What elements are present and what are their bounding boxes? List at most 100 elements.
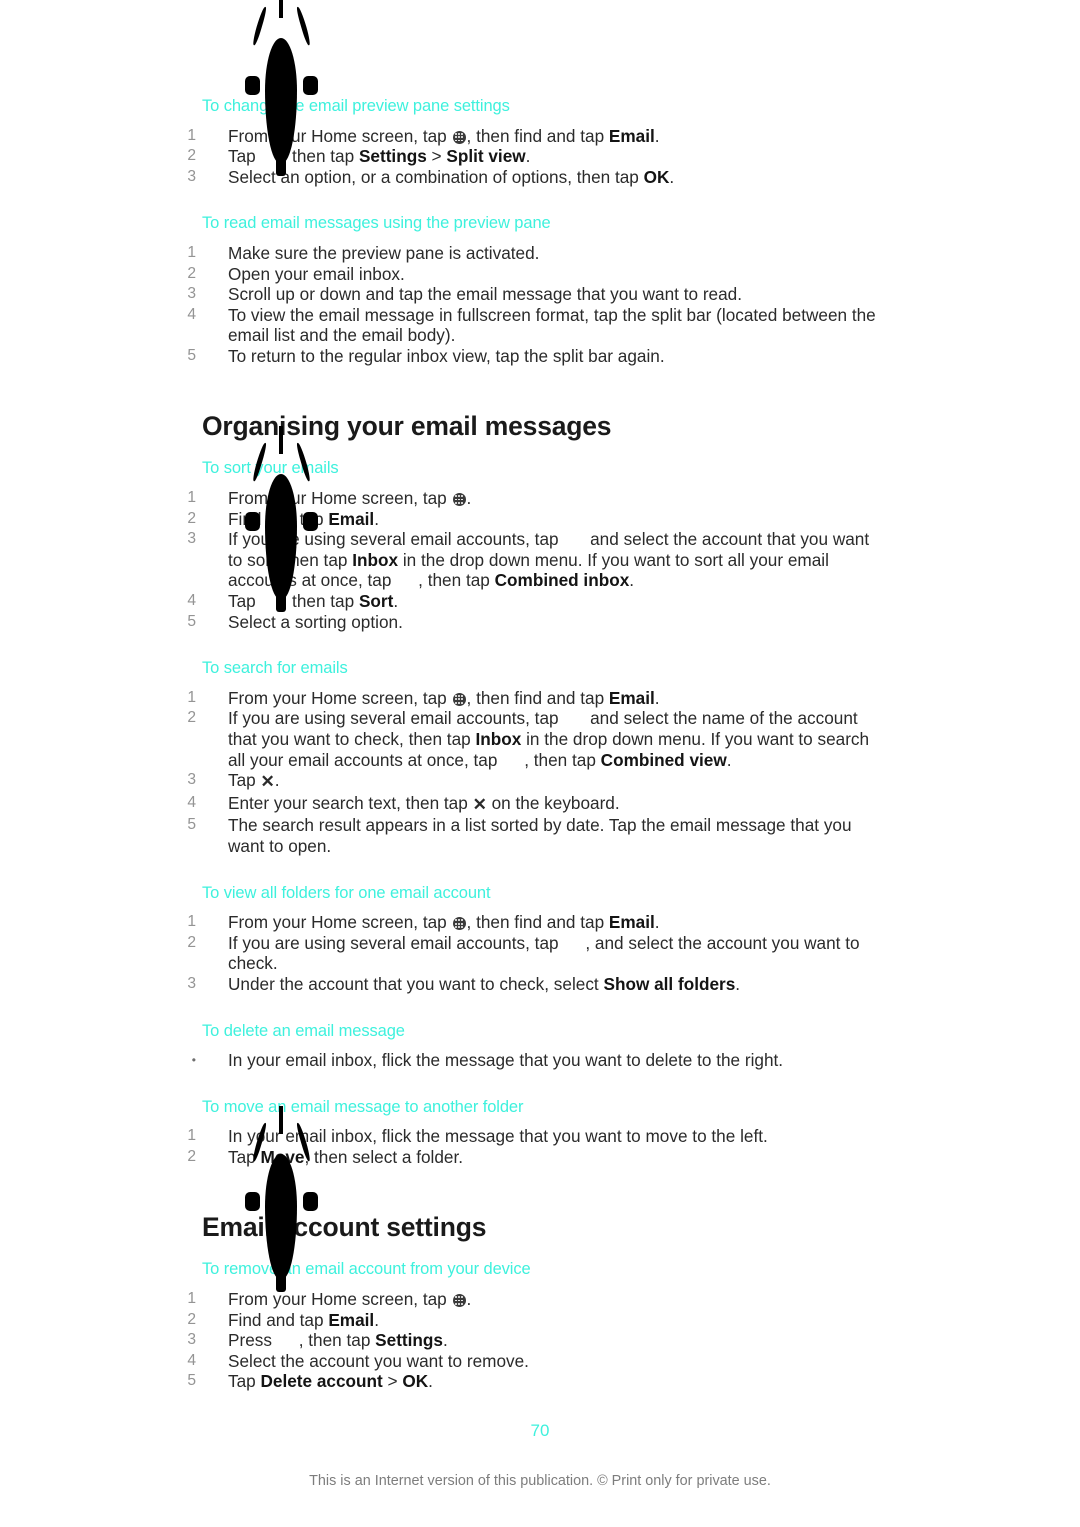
step-text: The search result appears in a list sort… — [228, 815, 852, 856]
numbered-step: 5 To return to the regular inbox view, ta… — [187, 346, 876, 367]
numbered-step: 1 From your Home screen, tap . — [187, 488, 876, 509]
step-number: 4 — [187, 1351, 196, 1369]
numbered-step: 1 From your Home screen, tap , then find … — [187, 125, 876, 147]
task-heading: To sort your emails — [202, 459, 339, 478]
numbered-step: 3 Press , then tap Settings. — [187, 1330, 876, 1351]
step-number: 5 — [187, 347, 196, 364]
numbered-step: 1 Make sure the preview pane is activated… — [187, 243, 876, 264]
ui-label: Combined inbox — [494, 570, 630, 591]
task-heading: To delete an email message — [202, 1021, 405, 1040]
task-heading: To search for emails — [202, 659, 348, 678]
task-section-sort-your-emails: To sort your emails 1 From your Home scree… — [176, 458, 876, 632]
step-text: Tap Delete account > OK. — [228, 1371, 433, 1392]
task-section-view-all-folders: To view all folders for one email accoun… — [176, 883, 876, 995]
account-icon — [563, 529, 585, 550]
step-list: 1 In your email inbox, flick the message … — [187, 1126, 876, 1168]
menu-icon — [261, 146, 283, 167]
step-list: 1 From your Home screen, tap , then find … — [187, 687, 876, 857]
numbered-step: 2 Find and tap Email. — [187, 1310, 876, 1331]
ui-label: Show all folders — [603, 973, 736, 994]
step-text: To return to the regular inbox view, tap… — [228, 346, 665, 366]
step-number: 1 — [187, 126, 196, 144]
artifact-leg-right — [303, 76, 318, 95]
numbered-step: 4 Tap , then tap Sort. — [187, 590, 876, 612]
step-list: 1 From your Home screen, tap , then find … — [187, 912, 876, 995]
ui-label: Settings — [358, 146, 427, 167]
app-drawer-icon — [452, 917, 466, 931]
step-text: Make sure the preview pane is activated. — [228, 243, 540, 264]
step-text: From your Home screen, tap , then find a… — [228, 125, 660, 146]
numbered-step: 3 Tap ✕. — [187, 770, 876, 793]
numbered-step: 2 If you are using several email accounts… — [187, 932, 876, 974]
numbered-step: 1 From your Home screen, tap . — [187, 1289, 876, 1310]
numbered-step: 4 To view the email message in fullscreen… — [187, 304, 876, 346]
ui-label: OK — [402, 1371, 429, 1392]
account-icon — [396, 570, 418, 591]
step-number: 3 — [187, 285, 196, 303]
step-text: In your email inbox, flick the message t… — [228, 1126, 768, 1147]
task-section-preview-pane-settings: To change the email preview pane setting… — [176, 96, 876, 187]
ui-label: Move — [260, 1146, 305, 1167]
numbered-step: 1 From your Home screen, tap , then find … — [187, 687, 876, 709]
search-icon: ✕ — [260, 772, 275, 792]
artifact-antenna-right — [295, 6, 312, 46]
step-number: 1 — [187, 1290, 196, 1307]
numbered-step: 5 Tap Delete account > OK. — [187, 1371, 876, 1392]
chapter-title-block: Organising your email messages — [176, 411, 876, 443]
numbered-step: 2 If you are using several email accounts… — [187, 708, 876, 771]
step-text: Select an option, or a combination of op… — [228, 166, 675, 187]
menu-icon — [277, 1330, 299, 1351]
step-number: 1 — [187, 489, 196, 507]
artifact-leg-left — [245, 76, 260, 95]
numbered-step: 2 Tap , then tap Settings > Split view. — [187, 146, 876, 167]
app-drawer-icon — [452, 1294, 466, 1307]
numbered-step: 3 Under the account that you want to chec… — [187, 973, 876, 995]
step-text: To view the email message in fullscreen … — [228, 304, 876, 346]
step-number: 2 — [187, 1310, 196, 1328]
step-number: 4 — [187, 591, 196, 609]
ui-label: Inbox — [352, 549, 399, 570]
step-number: 1 — [187, 688, 196, 706]
step-text: Press , then tap Settings. — [228, 1330, 448, 1351]
step-list: • In your email inbox, flick the message … — [192, 1050, 876, 1071]
task-heading: To move an email message to another fold… — [202, 1097, 524, 1116]
account-icon — [563, 708, 585, 729]
step-number: 1 — [187, 913, 196, 931]
step-number: 2 — [187, 509, 196, 527]
step-text: Under the account that you want to check… — [228, 973, 741, 994]
step-text: From your Home screen, tap , then find a… — [228, 687, 660, 708]
list-bullet: • — [191, 1053, 196, 1068]
step-number: 1 — [187, 244, 196, 262]
numbered-step: 2 Tap Move, then select a folder. — [187, 1146, 876, 1168]
list-item: • In your email inbox, flick the message … — [192, 1050, 876, 1071]
numbered-step: 2 Find and tap Email. — [187, 509, 876, 530]
step-text: Select a sorting option. — [228, 611, 403, 632]
artifact-antenna-left — [251, 6, 268, 46]
step-number: 1 — [187, 1127, 196, 1145]
page-content: To change the email preview pane setting… — [176, 96, 876, 1392]
numbered-step: 1 In your email inbox, flick the message … — [187, 1126, 876, 1147]
step-number: 2 — [187, 264, 196, 282]
step-text: Tap ✕. — [228, 770, 280, 792]
chapter-title-block: Email account settings — [176, 1212, 876, 1244]
step-number: 2 — [187, 709, 196, 727]
menu-icon — [261, 591, 283, 612]
step-text: Tap , then tap Settings > Split view. — [228, 146, 531, 167]
app-drawer-icon — [452, 692, 466, 706]
task-heading: To remove an email account from your dev… — [202, 1260, 531, 1279]
numbered-step: 5 The search result appears in a list sor… — [187, 815, 876, 856]
numbered-step: 4 Select the account you want to remove. — [187, 1351, 876, 1372]
footer-note: This is an Internet version of this publ… — [309, 1473, 771, 1489]
step-list: 1 From your Home screen, tap , then find … — [187, 125, 876, 188]
account-icon — [502, 750, 524, 771]
task-section-delete-an-email-message: To delete an email message • In your email… — [176, 1021, 876, 1071]
step-number: 2 — [187, 147, 196, 165]
app-drawer-icon — [452, 130, 466, 144]
ui-label: Sort — [358, 590, 394, 611]
step-number: 5 — [187, 612, 196, 630]
step-text: In your email inbox, flick the message t… — [228, 1050, 784, 1071]
ui-label: OK — [643, 166, 670, 187]
numbered-step: 5 Select a sorting option. — [187, 611, 876, 633]
step-text: If you are using several email accounts,… — [228, 932, 860, 974]
step-text: From your Home screen, tap . — [228, 488, 472, 509]
